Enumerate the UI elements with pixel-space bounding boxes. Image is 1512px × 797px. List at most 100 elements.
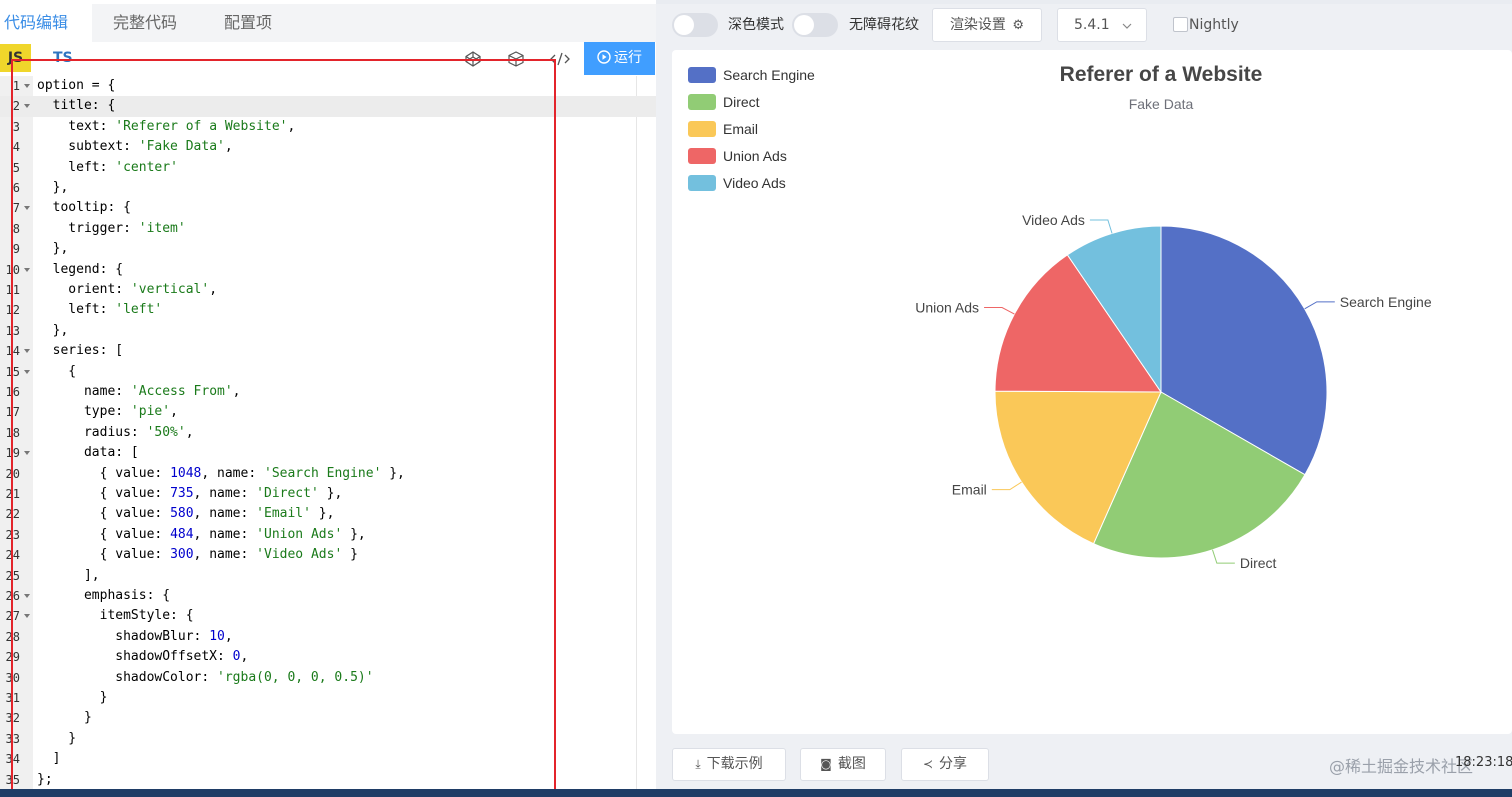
fold-arrow-icon[interactable] — [24, 614, 30, 619]
code-line[interactable]: 14 series: [ — [0, 341, 656, 361]
fold-arrow-icon[interactable] — [24, 451, 30, 456]
a11y-pattern-toggle[interactable] — [792, 13, 838, 37]
line-number: 13 — [5, 323, 20, 338]
code-line[interactable]: 4 subtext: 'Fake Data', — [0, 137, 656, 157]
code-text: } — [37, 690, 108, 705]
slice-label-search-engine: Search Engine — [1340, 294, 1432, 310]
code-line[interactable]: 9 }, — [0, 239, 656, 259]
share-button[interactable]: ≺ 分享 — [901, 748, 989, 781]
code-line[interactable]: 27 itemStyle: { — [0, 606, 656, 626]
line-number: 25 — [5, 568, 20, 583]
code-text: shadowBlur: 10, — [37, 628, 233, 644]
code-line[interactable]: 10 legend: { — [0, 260, 656, 280]
code-editor[interactable]: 1 option = {2 title: {3 text: 'Referer of… — [0, 76, 656, 790]
legend-label-email[interactable]: Email — [723, 121, 758, 137]
code-line[interactable]: 33 } — [0, 729, 656, 749]
screenshot-button[interactable]: ◙ 截图 — [800, 748, 886, 781]
tab-full-code[interactable]: 完整代码 — [113, 4, 177, 42]
code-line[interactable]: 18 radius: '50%', — [0, 423, 656, 443]
line-number: 18 — [5, 425, 20, 440]
legend-label-direct[interactable]: Direct — [723, 94, 760, 110]
run-button[interactable]: 运行 — [584, 42, 655, 75]
line-number: 10 — [5, 262, 20, 277]
code-line[interactable]: 23 { value: 484, name: 'Union Ads' }, — [0, 525, 656, 545]
code-line[interactable]: 1 option = { — [0, 76, 656, 96]
fold-arrow-icon[interactable] — [24, 84, 30, 88]
code-line[interactable]: 30 shadowColor: 'rgba(0, 0, 0, 0.5)' — [0, 668, 656, 688]
code-line[interactable]: 6 }, — [0, 178, 656, 198]
line-number: 3 — [12, 119, 20, 134]
code-line[interactable]: 26 emphasis: { — [0, 586, 656, 606]
render-settings-button[interactable]: 渲染设置 ⚙ — [932, 8, 1042, 42]
line-number: 30 — [5, 670, 20, 685]
line-number: 11 — [5, 283, 20, 297]
nightly-checkbox[interactable] — [1173, 17, 1188, 32]
fold-arrow-icon[interactable] — [24, 594, 30, 598]
code-text: { — [37, 363, 77, 379]
line-number: 22 — [5, 507, 20, 522]
code-line[interactable]: 25 ], — [0, 566, 656, 586]
code-text: radius: '50%', — [37, 424, 194, 440]
js-mode-button[interactable]: JS — [0, 44, 31, 72]
legend-swatch-union-ads[interactable] — [688, 148, 716, 164]
legend-label-union-ads[interactable]: Union Ads — [723, 148, 787, 164]
code-line[interactable]: 21 { value: 735, name: 'Direct' }, — [0, 484, 656, 504]
code-line[interactable]: 13 }, — [0, 321, 656, 341]
code-line[interactable]: 24 { value: 300, name: 'Video Ads' } — [0, 545, 656, 565]
chart-legend: Search Engine Direct Email Union Ads Video A… — [688, 67, 815, 191]
code-line[interactable]: 32 } — [0, 708, 656, 728]
ts-mode-button[interactable]: TS — [53, 44, 73, 72]
code-line[interactable]: 11 orient: 'vertical', — [0, 280, 656, 300]
code-line[interactable]: 34 ] — [0, 749, 656, 769]
dark-mode-toggle[interactable] — [672, 13, 718, 37]
code-line[interactable]: 35}; — [0, 770, 656, 790]
legend-label-search-engine[interactable]: Search Engine — [723, 67, 815, 83]
code-line[interactable]: 5 left: 'center' — [0, 158, 656, 178]
code-line[interactable]: 7 tooltip: { — [0, 198, 656, 218]
codesandbox-icon[interactable] — [507, 50, 525, 68]
line-number: 17 — [5, 405, 20, 420]
code-line[interactable]: 31 } — [0, 688, 656, 708]
tab-code-edit[interactable]: 代码编辑 — [0, 4, 92, 42]
fold-arrow-icon[interactable] — [24, 369, 30, 374]
code-text: }; — [37, 771, 53, 787]
code-line[interactable]: 17 type: 'pie', — [0, 402, 656, 422]
line-number: 21 — [5, 487, 20, 501]
code-line[interactable]: 19 data: [ — [0, 443, 656, 463]
fold-arrow-icon[interactable] — [24, 267, 30, 272]
code-line[interactable]: 22 { value: 580, name: 'Email' }, — [0, 504, 656, 524]
code-line[interactable]: 28 shadowBlur: 10, — [0, 627, 656, 647]
codepen-icon[interactable] — [464, 50, 482, 68]
fold-arrow-icon[interactable] — [24, 104, 30, 109]
legend-swatch-direct[interactable] — [688, 94, 716, 110]
fold-arrow-icon[interactable] — [24, 349, 30, 354]
code-line[interactable]: 20 { value: 1048, name: 'Search Engine' … — [0, 464, 656, 484]
code-text: shadowOffsetX: 0, — [37, 649, 249, 665]
code-line[interactable]: 15 { — [0, 362, 656, 382]
line-number: 1 — [12, 79, 20, 93]
fold-arrow-icon[interactable] — [24, 206, 30, 211]
watermark: @稀土掘金技术社区 — [1329, 757, 1474, 776]
legend-swatch-search-engine[interactable] — [688, 67, 716, 83]
code-line[interactable]: 29 shadowOffsetX: 0, — [0, 647, 656, 667]
code-line[interactable]: 8 trigger: 'item' — [0, 219, 656, 239]
editor-pane: 代码编辑 完整代码 配置项 JS TS 运行 1 option = {2 titl… — [0, 0, 656, 797]
code-text: } — [37, 710, 92, 726]
version-select[interactable]: 5.4.1 — [1057, 8, 1147, 42]
download-example-button[interactable]: ⤓ 下载示例 — [672, 748, 786, 781]
tab-config[interactable]: 配置项 — [224, 4, 272, 42]
legend-swatch-video-ads[interactable] — [688, 175, 716, 191]
version-value: 5.4.1 — [1074, 17, 1110, 33]
line-number: 4 — [12, 140, 20, 155]
code-line[interactable]: 12 left: 'left' — [0, 300, 656, 320]
code-text: left: 'center' — [37, 159, 178, 175]
code-line[interactable]: 3 text: 'Referer of a Website', — [0, 117, 656, 137]
code-line[interactable]: 16 name: 'Access From', — [0, 382, 656, 402]
code-format-icon[interactable] — [550, 50, 570, 68]
legend-label-video-ads[interactable]: Video Ads — [723, 175, 786, 191]
line-number: 16 — [5, 385, 20, 399]
line-number: 28 — [5, 629, 20, 644]
code-text: name: 'Access From', — [37, 384, 241, 399]
legend-swatch-email[interactable] — [688, 121, 716, 137]
code-line[interactable]: 2 title: { — [0, 96, 656, 117]
